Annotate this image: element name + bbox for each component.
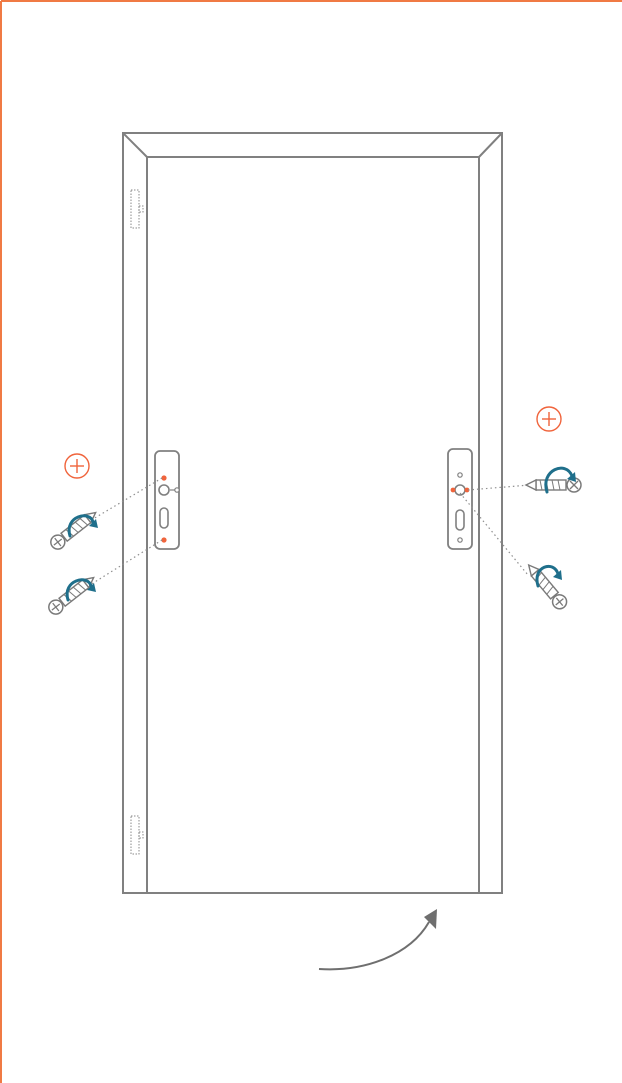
right-lock-plate [447,448,473,550]
plus-circle-icon-right [536,406,562,432]
screw-icon [527,563,568,610]
left-guide-lines [87,477,163,586]
door-installation-diagram [0,0,622,1083]
left-lock-plate [154,450,180,550]
hinge-bottom [130,815,144,855]
screw-icon [50,511,97,550]
swing-direction-arrow-icon [318,909,437,971]
hinge-top [130,189,144,229]
page-border [0,0,622,1083]
screw-icon [48,576,95,615]
plus-circle-icon-left [64,453,90,479]
